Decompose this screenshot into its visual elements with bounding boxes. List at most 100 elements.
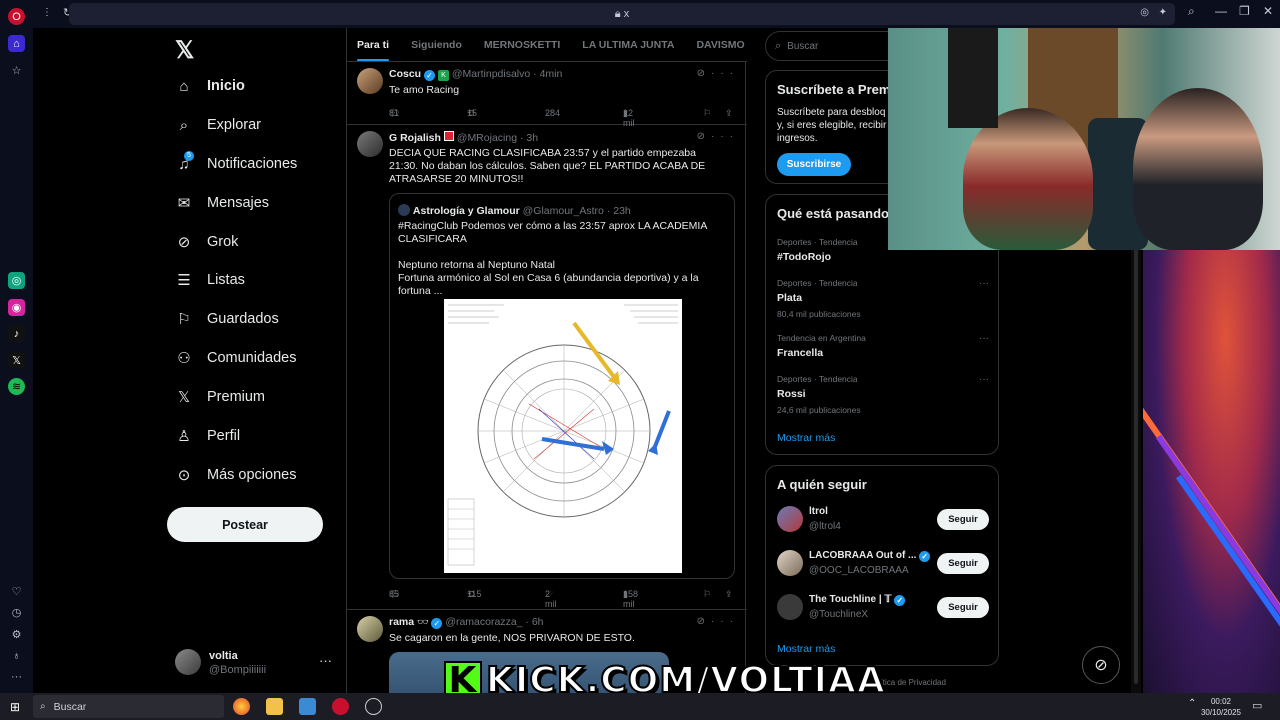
- nav-item-comunidades[interactable]: ⚇ Comunidades: [175, 344, 296, 372]
- opera-logo-icon[interactable]: O: [8, 8, 25, 25]
- windows-start-icon[interactable]: ⊞: [10, 700, 20, 714]
- bookmark-icon[interactable]: ⚐: [703, 108, 711, 119]
- search-icon[interactable]: ⌕: [1188, 4, 1195, 19]
- share-icon[interactable]: ⇪: [725, 108, 733, 119]
- share-icon[interactable]: ⇪: [725, 589, 733, 600]
- x-logo-icon[interactable]: 𝕏: [175, 36, 194, 65]
- grok-icon: ⊘: [1094, 657, 1108, 674]
- tab-la-ultima-junta[interactable]: LA ULTIMA JUNTA: [582, 39, 674, 51]
- astrology-chart-drawing: [444, 299, 682, 573]
- firefox-icon[interactable]: [233, 698, 250, 715]
- grok-icon[interactable]: ⊘: [697, 131, 711, 142]
- post-button[interactable]: Postear: [167, 507, 323, 542]
- trend-item[interactable]: Deportes · Tendencia Rossi 24,6 mil publ…: [777, 374, 989, 415]
- heart-icon[interactable]: ♡: [8, 583, 25, 600]
- show-more-link[interactable]: Mostrar más: [777, 432, 835, 444]
- home-icon[interactable]: ⌂: [8, 35, 25, 52]
- tab-davismo[interactable]: DAVISMO: [696, 39, 744, 51]
- avatar[interactable]: [357, 68, 383, 94]
- quoted-post[interactable]: Astrología y Glamour @Glamour_Astro · 23…: [389, 193, 735, 579]
- post-time[interactable]: 3h: [526, 132, 538, 144]
- nav-item-grok[interactable]: ⊘ Grok: [175, 228, 239, 256]
- bulb-icon[interactable]: ♁: [8, 647, 25, 664]
- post[interactable]: G Rojalish @MRojacing · 3h ⊘··· DECIA QU…: [347, 125, 747, 610]
- post-author[interactable]: G Rojalish: [389, 132, 441, 144]
- bookmark-icon[interactable]: ⚐: [703, 589, 711, 600]
- nav-item-premium[interactable]: 𝕏 Premium: [175, 383, 265, 411]
- shield-icon[interactable]: ◎: [1140, 7, 1149, 18]
- avatar[interactable]: [357, 131, 383, 157]
- settings-icon[interactable]: ⚙: [8, 626, 25, 643]
- tab-para-ti[interactable]: Para ti: [357, 39, 389, 51]
- more-icon[interactable]: ···: [8, 668, 25, 685]
- address-bar[interactable]: 🔒︎ x ◎ ✦: [69, 3, 1175, 25]
- close-icon[interactable]: ✕: [1263, 4, 1273, 18]
- star-icon[interactable]: ☆: [8, 62, 25, 79]
- opera-icon[interactable]: [332, 698, 349, 715]
- store-icon[interactable]: [299, 698, 316, 715]
- more-dots-icon[interactable]: ···: [711, 131, 739, 142]
- grok-icon[interactable]: ⊘: [697, 616, 711, 627]
- clock-time: 00:02: [1210, 697, 1232, 706]
- avatar[interactable]: [357, 616, 383, 642]
- more-dots-icon[interactable]: ···: [979, 278, 989, 289]
- menu-dots-icon[interactable]: ⋮: [42, 7, 52, 18]
- tab-mernosketti[interactable]: MERNOSKETTI: [484, 39, 560, 51]
- follow-button[interactable]: Seguir: [937, 597, 989, 618]
- account-switcher[interactable]: voltia @Bompiiiiiii ···: [175, 646, 335, 680]
- follow-button[interactable]: Seguir: [937, 509, 989, 530]
- grok-icon[interactable]: ⊘: [697, 68, 711, 79]
- file-explorer-icon[interactable]: [266, 698, 283, 715]
- more-dots-icon[interactable]: ···: [711, 68, 739, 79]
- nav-item-listas[interactable]: ☰ Listas: [175, 266, 245, 294]
- follow-suggestion[interactable]: The Touchline | 𝕋 ✓ @TouchlineX Seguir: [777, 590, 989, 624]
- post-time[interactable]: 4min: [540, 68, 563, 80]
- instagram-icon[interactable]: ◉: [8, 299, 25, 316]
- tab-siguiendo[interactable]: Siguiendo: [411, 39, 462, 51]
- follow-suggestion[interactable]: ltrol @ltrol4 Seguir: [777, 502, 989, 536]
- taskbar-search[interactable]: ⌕ Buscar: [33, 695, 224, 718]
- follow-suggestion[interactable]: LACOBRAAA Out of ... ✓ @OOC_LACOBRAAA Se…: [777, 546, 989, 580]
- more-dots-icon[interactable]: ···: [979, 333, 989, 344]
- nav-item-notificaciones[interactable]: ♫ 5 Notificaciones: [175, 150, 297, 178]
- post-handle[interactable]: @MRojacing: [457, 132, 517, 144]
- pin-icon[interactable]: ✦: [1159, 7, 1167, 18]
- more-dots-icon[interactable]: ···: [711, 616, 739, 627]
- post[interactable]: Coscu ✓ K @Martinpdisalvo · 4min ⊘··· Te…: [347, 62, 747, 128]
- grok-fab-button[interactable]: ⊘: [1082, 646, 1120, 684]
- app-icon[interactable]: [365, 698, 382, 715]
- trend-item[interactable]: Deportes · Tendencia Plata 80,4 mil publ…: [777, 278, 989, 319]
- subscribe-button[interactable]: Suscribirse: [777, 153, 851, 176]
- nav-item-guardados[interactable]: ⚐ Guardados: [175, 305, 278, 333]
- trend-item[interactable]: Tendencia en Argentina Francella ···: [777, 333, 989, 359]
- spotify-icon[interactable]: ≋: [8, 378, 25, 395]
- search-icon: ⌕: [179, 116, 189, 134]
- system-clock[interactable]: 00:02 30/10/2025: [1198, 696, 1244, 718]
- post-handle[interactable]: @ramacorazza_: [445, 616, 522, 628]
- follow-button[interactable]: Seguir: [937, 553, 989, 574]
- nav-item-perfil[interactable]: ♙ Perfil: [175, 422, 240, 450]
- glasses-emoji-icon: 👓︎: [417, 617, 429, 627]
- restore-icon[interactable]: ❐: [1239, 4, 1250, 18]
- more-dots-icon[interactable]: ···: [979, 374, 989, 385]
- url-text: x: [623, 7, 630, 20]
- post-author[interactable]: Coscu: [389, 68, 421, 80]
- history-icon[interactable]: ◷: [8, 604, 25, 621]
- notification-icon[interactable]: ▭: [1252, 699, 1262, 712]
- tiktok-icon[interactable]: ♪: [8, 325, 25, 342]
- nav-item-mas-opciones[interactable]: ⊙ Más opciones: [175, 461, 297, 489]
- post-handle[interactable]: @Martinpdisalvo: [452, 68, 530, 80]
- nav-item-inicio[interactable]: ⌂ Inicio: [175, 72, 244, 100]
- chevron-up-icon[interactable]: ⌃: [1188, 698, 1196, 709]
- minimize-icon[interactable]: —: [1215, 4, 1227, 18]
- chatgpt-icon[interactable]: ◎: [8, 272, 25, 289]
- nav-item-explorar[interactable]: ⌕ Explorar: [175, 111, 261, 139]
- post-time[interactable]: 6h: [532, 616, 544, 628]
- show-more-link[interactable]: Mostrar más: [777, 643, 835, 655]
- post-author[interactable]: rama: [389, 616, 414, 628]
- x-icon[interactable]: 𝕏: [8, 352, 25, 369]
- nav-item-mensajes[interactable]: ✉ Mensajes: [175, 189, 269, 217]
- timeline: Para ti Siguiendo MERNOSKETTI LA ULTIMA …: [346, 28, 747, 693]
- astrology-chart-image[interactable]: [444, 299, 682, 573]
- verified-badge-icon: ✓: [431, 618, 443, 629]
